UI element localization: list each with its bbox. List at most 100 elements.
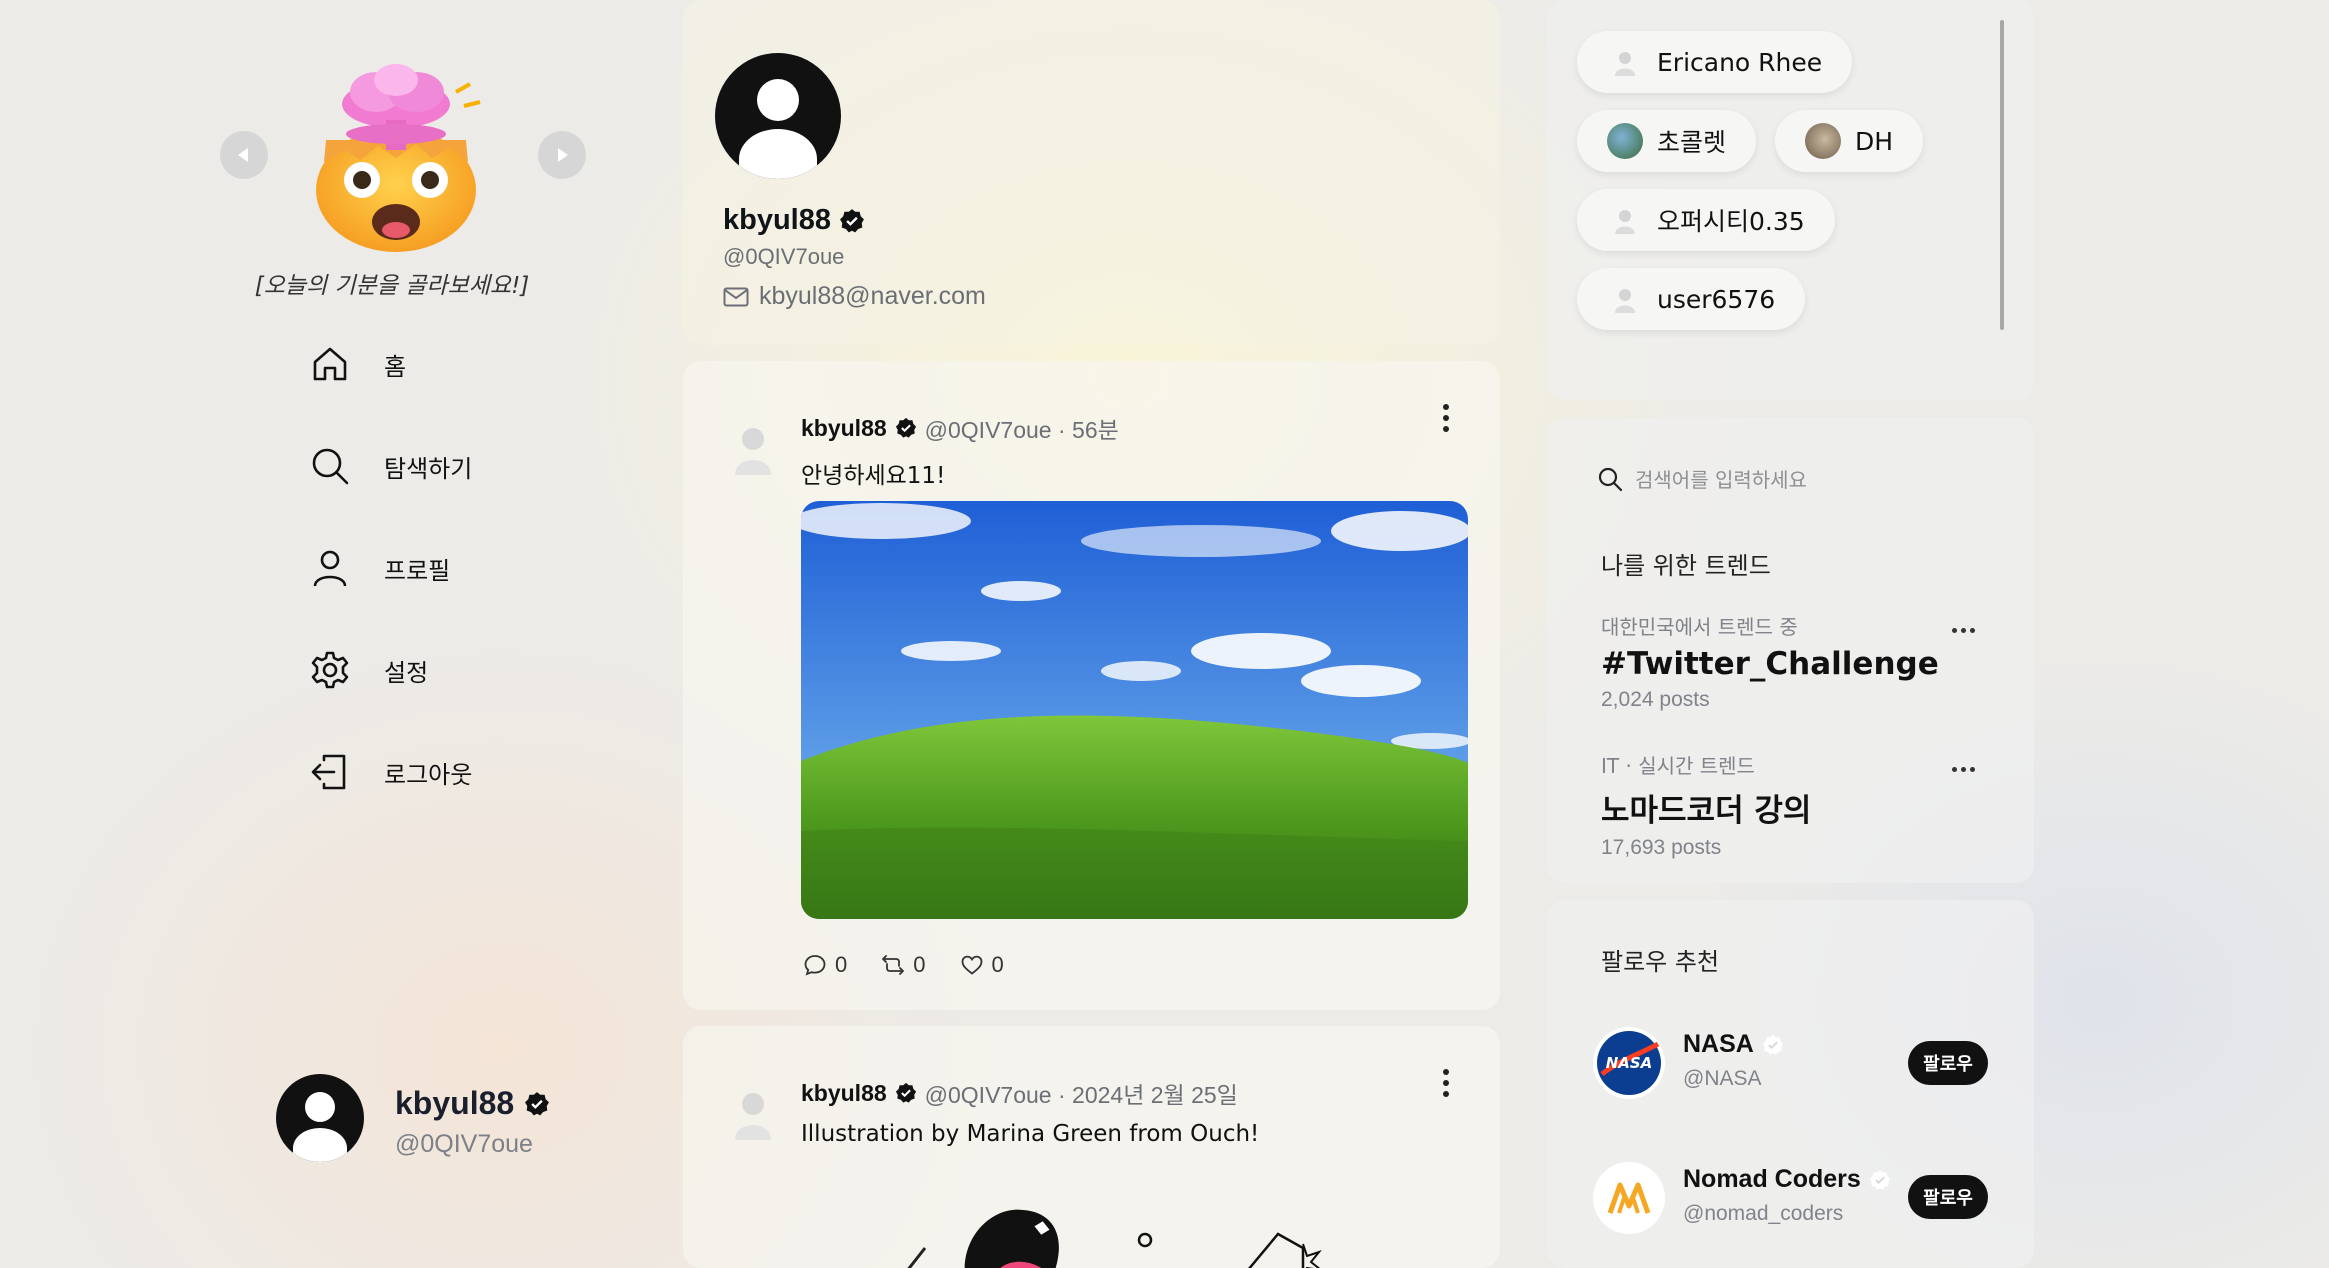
- mail-icon: [723, 287, 749, 306]
- trends-title: 나를 위한 트렌드: [1601, 552, 1771, 580]
- triangle-left-icon: [238, 148, 248, 162]
- nav-label-profile: 프로필: [384, 556, 451, 585]
- nasa-logo-icon: NASA: [1597, 1031, 1661, 1095]
- post-meta: @0QIV7oue · 56분: [924, 417, 1119, 443]
- retweet-icon: [882, 955, 905, 975]
- like-count: 0: [991, 952, 1004, 977]
- post-meta: @0QIV7oue · 2024년 2월 25일: [924, 1082, 1238, 1108]
- post-text: 안녕하세요11!: [801, 463, 946, 489]
- post-header: kbyul88 @0QIV7oue · 56분: [801, 411, 1119, 445]
- nav-label-settings: 설정: [384, 658, 429, 687]
- comment-count: 0: [835, 952, 848, 977]
- user-chip-avatar: [1805, 123, 1841, 159]
- nav-item-explore[interactable]: 탐색하기: [308, 436, 472, 496]
- profile-avatar[interactable]: [715, 53, 841, 179]
- mood-next-button[interactable]: [538, 131, 586, 179]
- suggestion-info[interactable]: NASA @NASA: [1683, 1030, 1784, 1091]
- user-chip-avatar: [1607, 281, 1643, 317]
- nav-item-profile[interactable]: 프로필: [308, 538, 472, 598]
- search-bar[interactable]: 검색어를 입력하세요: [1597, 464, 1807, 493]
- comment-button[interactable]: 0: [803, 952, 847, 978]
- nav-label-explore: 탐색하기: [384, 454, 473, 483]
- comment-icon: [804, 955, 826, 976]
- user-chip-avatar: [1607, 123, 1643, 159]
- nasa-avatar[interactable]: NASA: [1593, 1027, 1665, 1099]
- like-button[interactable]: 0: [960, 952, 1004, 978]
- retweet-button[interactable]: 0: [881, 952, 926, 978]
- post-text: Illustration by Marina Green from Ouch!: [801, 1121, 1260, 1147]
- account-name: kbyul88: [395, 1085, 515, 1121]
- user-chip[interactable]: user6576: [1577, 268, 1806, 330]
- post-author-avatar[interactable]: [727, 1084, 779, 1140]
- heart-icon: [961, 955, 982, 975]
- suggestion-info[interactable]: Nomad Coders @nomad_coders: [1683, 1165, 1891, 1226]
- post-illustration[interactable]: [883, 1196, 1383, 1268]
- nav-item-logout[interactable]: 로그아웃: [308, 742, 472, 802]
- user-chip-label: 오퍼시티0.35: [1657, 207, 1805, 236]
- mood-emoji[interactable]: [296, 62, 496, 252]
- verified-badge-icon: [524, 1091, 550, 1117]
- user-chip[interactable]: DH: [1775, 110, 1924, 172]
- nav-item-settings[interactable]: 설정: [308, 640, 472, 700]
- users-panel: Ericano Rhee 초콜렛 DH 오퍼시티0.35 user6576: [1547, 0, 2034, 400]
- user-chip[interactable]: Ericano Rhee: [1577, 31, 1853, 93]
- profile-handle: @0QIV7oue: [723, 244, 845, 269]
- retweet-count: 0: [913, 952, 926, 977]
- trend-item[interactable]: IT · 실시간 트렌드 노마드코더 강의 17,693 posts: [1601, 750, 1811, 860]
- verified-badge-icon: [1869, 1169, 1891, 1191]
- post-author-name[interactable]: kbyul88: [801, 415, 887, 442]
- user-chip[interactable]: 오퍼시티0.35: [1577, 189, 1835, 251]
- sidebar-nav: 홈 탐색하기 프로필 설정 로그아웃: [308, 334, 472, 802]
- home-icon: [308, 342, 352, 386]
- gear-icon: [308, 648, 352, 692]
- post-header: kbyul88 @0QIV7oue · 2024년 2월 25일: [801, 1076, 1238, 1110]
- follow-panel: 팔로우 추천 NASA NASA @NASA 팔로우 Nomad Coders: [1547, 900, 2034, 1268]
- follow-title: 팔로우 추천: [1601, 948, 1720, 976]
- profile-email: kbyul88@naver.com: [759, 282, 986, 310]
- trend-context: 대한민국에서 트렌드 중: [1601, 615, 1798, 639]
- suggestion-handle: @NASA: [1683, 1067, 1762, 1090]
- user-chip-label: 초콜렛: [1657, 128, 1727, 157]
- user-chip-avatar: [1607, 202, 1643, 238]
- post-author-name[interactable]: kbyul88: [801, 1080, 887, 1107]
- user-icon: [308, 546, 352, 590]
- nomad-logo-icon: [1607, 1182, 1651, 1214]
- trend-more-button[interactable]: [1952, 628, 1975, 633]
- user-chip-label: Ericano Rhee: [1657, 47, 1823, 77]
- trend-name: 노마드코더 강의: [1601, 793, 1812, 829]
- trend-item[interactable]: 대한민국에서 트렌드 중 #Twitter_Challenge 2,024 po…: [1601, 611, 1939, 712]
- search-icon: [1598, 467, 1623, 491]
- follow-button[interactable]: 팔로우: [1908, 1041, 1988, 1085]
- post-more-button[interactable]: [1431, 398, 1461, 438]
- trend-count: 17,693 posts: [1601, 836, 1722, 859]
- verified-badge-icon: [839, 208, 865, 234]
- illustration-image-icon: [907, 1209, 1322, 1268]
- logout-icon: [308, 750, 352, 794]
- mood-caption: [오늘의 기분을 골라보세요!]: [254, 273, 530, 299]
- search-placeholder[interactable]: 검색어를 입력하세요: [1635, 464, 1807, 493]
- mood-prev-button[interactable]: [220, 131, 268, 179]
- post-card[interactable]: kbyul88 @0QIV7oue · 2024년 2월 25일 Illustr…: [683, 1026, 1500, 1268]
- nav-item-home[interactable]: 홈: [308, 334, 472, 394]
- triangle-right-icon: [558, 148, 568, 162]
- verified-badge-icon: [895, 1082, 917, 1104]
- nomad-avatar[interactable]: [1593, 1162, 1665, 1234]
- trends-panel: 검색어를 입력하세요 나를 위한 트렌드 대한민국에서 트렌드 중 #Twitt…: [1547, 418, 2034, 883]
- landscape-image-icon: [801, 501, 1468, 919]
- profile-card: kbyul88 @0QIV7oue kbyul88@naver.com: [683, 0, 1500, 345]
- user-chip-label: user6576: [1657, 284, 1776, 314]
- account-info[interactable]: kbyul88 @0QIV7oue: [395, 1085, 550, 1159]
- follow-button[interactable]: 팔로우: [1908, 1175, 1988, 1219]
- profile-name: kbyul88: [723, 204, 831, 236]
- post-more-button[interactable]: [1431, 1063, 1461, 1103]
- post-author-avatar[interactable]: [727, 419, 779, 475]
- user-chip[interactable]: 초콜렛: [1577, 110, 1757, 172]
- post-image-landscape[interactable]: [801, 501, 1468, 919]
- nav-label-home: 홈: [384, 352, 407, 381]
- account-avatar[interactable]: [276, 1074, 364, 1162]
- trend-more-button[interactable]: [1952, 767, 1975, 772]
- account-handle: @0QIV7oue: [395, 1130, 533, 1158]
- post-card[interactable]: kbyul88 @0QIV7oue · 56분 안녕하세요11! 0 0 0: [683, 361, 1500, 1010]
- profile-email-row: kbyul88@naver.com: [723, 282, 986, 311]
- users-panel-scrollbar[interactable]: [2000, 20, 2004, 330]
